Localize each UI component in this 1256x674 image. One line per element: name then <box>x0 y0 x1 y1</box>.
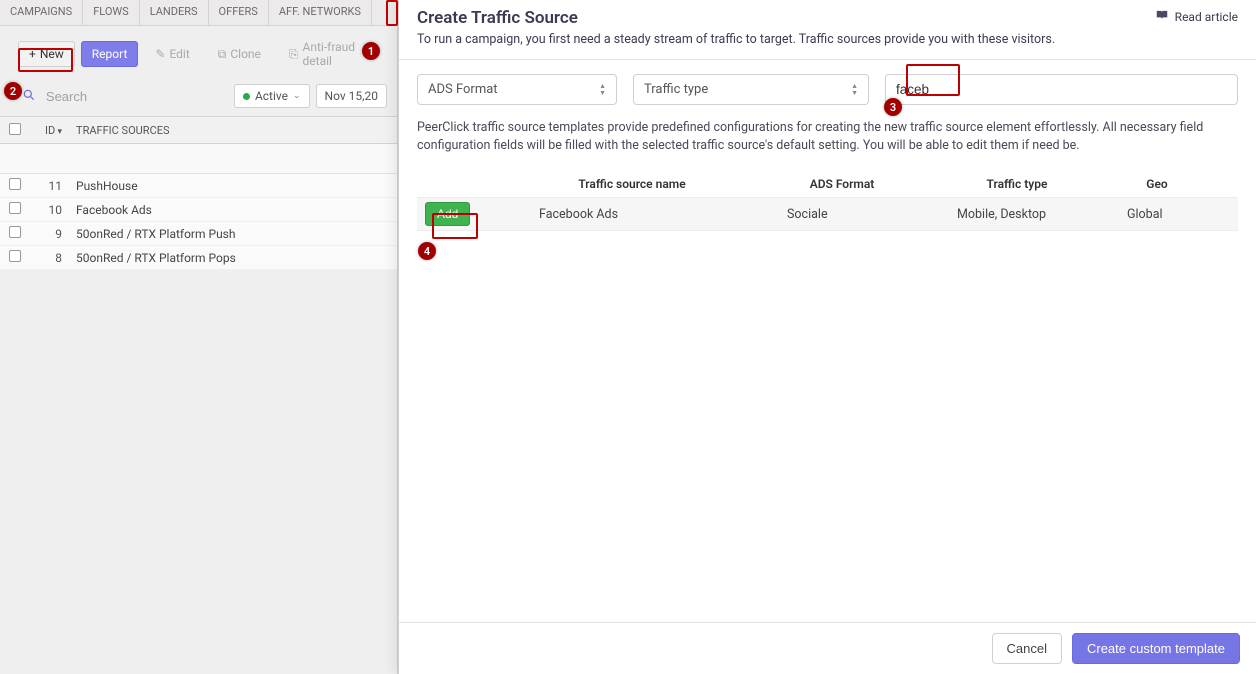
row-id: 11 <box>30 179 68 193</box>
checkbox-icon <box>9 123 21 135</box>
status-dot-icon <box>243 93 250 100</box>
background-app: CAMPAIGNS FLOWS LANDERS OFFERS AFF. NETW… <box>0 0 398 674</box>
report-button-label: Report <box>92 47 128 61</box>
modal-header: Create Traffic Source Read article To ru… <box>399 0 1256 60</box>
new-button-label: New <box>40 47 64 61</box>
row-geo: Global <box>1107 207 1207 222</box>
traffic-type-label: Traffic type <box>644 82 708 97</box>
row-id: 9 <box>30 227 68 241</box>
col-geo: Geo <box>1107 177 1207 191</box>
filter-bar: ADS Format ▲▼ Traffic type ▲▼ <box>417 74 1238 105</box>
antifraud-button[interactable]: ⎘ Anti-fraud detail <box>278 34 387 74</box>
chevron-updown-icon: ▲▼ <box>599 83 606 96</box>
search-row: Active ⌄ Nov 15,20 <box>0 80 397 116</box>
sort-icon: ▾ <box>55 127 62 137</box>
row-name: Facebook Ads <box>68 203 397 217</box>
row-source-name: Facebook Ads <box>507 207 757 222</box>
edit-button-label: Edit <box>169 47 189 61</box>
col-source-name: Traffic source name <box>507 177 757 191</box>
table-row[interactable]: 8 50onRed / RTX Platform Pops <box>0 246 397 270</box>
row-name: 50onRed / RTX Platform Push <box>68 227 397 241</box>
book-icon <box>1155 8 1169 25</box>
select-all[interactable] <box>0 123 30 138</box>
chevron-updown-icon: ▲▼ <box>851 83 858 96</box>
col-id-label: ID <box>45 124 55 137</box>
col-type: Traffic type <box>927 177 1107 191</box>
status-filter[interactable]: Active ⌄ <box>234 84 310 108</box>
bookmark-icon: ⎘ <box>289 47 299 62</box>
copy-icon: ⧉ <box>218 47 227 62</box>
chevron-down-icon: ⌄ <box>293 91 301 101</box>
template-table-header: Traffic source name ADS Format Traffic t… <box>417 171 1238 197</box>
antifraud-button-label: Anti-fraud detail <box>303 40 376 68</box>
tab-offers[interactable]: OFFERS <box>209 0 269 25</box>
new-button[interactable]: + New <box>18 41 75 67</box>
row-name: 50onRed / RTX Platform Pops <box>68 251 397 265</box>
create-traffic-source-modal: Create Traffic Source Read article To ru… <box>398 0 1256 674</box>
template-row: Add Facebook Ads Sociale Mobile, Desktop… <box>417 197 1238 231</box>
row-type: Mobile, Desktop <box>927 207 1107 222</box>
tab-networks[interactable]: AFF. NETWORKS <box>269 0 372 25</box>
tab-landers[interactable]: LANDERS <box>140 0 209 25</box>
tab-flows[interactable]: FLOWS <box>83 0 140 25</box>
col-name[interactable]: TRAFFIC SOURCES <box>68 124 397 137</box>
ads-format-label: ADS Format <box>428 82 498 97</box>
date-filter[interactable]: Nov 15,20 <box>316 84 387 108</box>
ads-format-select[interactable]: ADS Format ▲▼ <box>417 74 617 105</box>
checkbox-icon[interactable] <box>9 202 21 214</box>
row-id: 8 <box>30 251 68 265</box>
read-article-link[interactable]: Read article <box>1155 8 1238 25</box>
modal-description: To run a campaign, you first need a stea… <box>417 32 1238 47</box>
modal-footer: Cancel Create custom template <box>399 622 1256 674</box>
checkbox-icon[interactable] <box>9 226 21 238</box>
row-id: 10 <box>30 203 68 217</box>
row-ads: Sociale <box>757 207 927 222</box>
table-header: ID ▾ TRAFFIC SOURCES <box>0 116 397 144</box>
template-search-input[interactable] <box>886 75 1237 104</box>
clone-button-label: Clone <box>230 47 261 61</box>
row-name: PushHouse <box>68 179 397 193</box>
search-input[interactable] <box>44 88 228 105</box>
date-filter-label: Nov 15,20 <box>325 89 378 103</box>
tab-campaigns[interactable]: CAMPAIGNS <box>0 0 83 25</box>
table-row[interactable]: 11 PushHouse <box>0 174 397 198</box>
toolbar: + New Report ✎ Edit ⧉ Clone ⎘ Anti-fraud… <box>0 26 397 80</box>
table-row[interactable]: 9 50onRed / RTX Platform Push <box>0 222 397 246</box>
modal-body: ADS Format ▲▼ Traffic type ▲▼ PeerClick … <box>399 60 1256 622</box>
report-button[interactable]: Report <box>81 41 139 67</box>
checkbox-icon[interactable] <box>9 178 21 190</box>
create-custom-template-button[interactable]: Create custom template <box>1072 633 1240 664</box>
col-id[interactable]: ID ▾ <box>30 124 68 137</box>
clone-button[interactable]: ⧉ Clone <box>207 41 272 68</box>
table-subheader <box>0 144 397 174</box>
search-icon <box>22 88 38 104</box>
table-row[interactable]: 10 Facebook Ads <box>0 198 397 222</box>
modal-title: Create Traffic Source <box>417 8 578 28</box>
checkbox-icon[interactable] <box>9 250 21 262</box>
template-search[interactable] <box>885 74 1238 105</box>
pencil-icon: ✎ <box>155 47 165 61</box>
cancel-button[interactable]: Cancel <box>992 633 1062 664</box>
traffic-type-select[interactable]: Traffic type ▲▼ <box>633 74 869 105</box>
col-ads: ADS Format <box>757 177 927 191</box>
read-article-label: Read article <box>1175 10 1238 24</box>
template-info-text: PeerClick traffic source templates provi… <box>417 119 1238 155</box>
nav-tabs: CAMPAIGNS FLOWS LANDERS OFFERS AFF. NETW… <box>0 0 397 26</box>
plus-icon: + <box>29 47 36 61</box>
status-filter-label: Active <box>255 89 288 103</box>
edit-button[interactable]: ✎ Edit <box>144 41 200 67</box>
add-button[interactable]: Add <box>425 202 470 226</box>
